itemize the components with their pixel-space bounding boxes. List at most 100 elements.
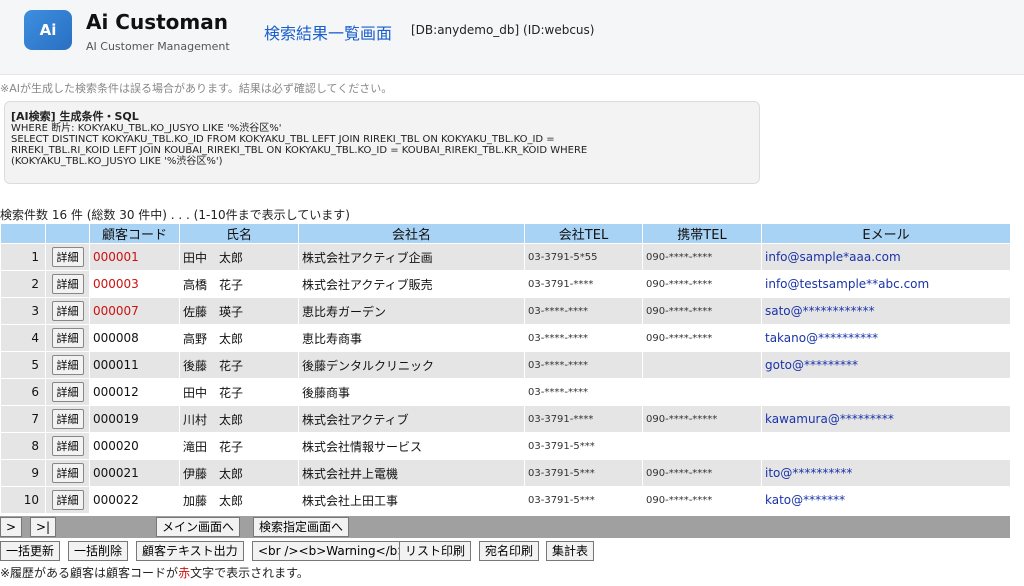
- sql-line: SELECT DISTINCT KOKYAKU_TBL.KO_ID FROM K…: [11, 134, 555, 145]
- detail-cell: 詳細: [45, 405, 90, 433]
- customer-code: 000011: [89, 351, 180, 379]
- customer-name: 滝田 花子: [179, 432, 299, 460]
- detail-cell: 詳細: [45, 432, 90, 460]
- summary-button[interactable]: 集計表: [546, 541, 595, 561]
- header-mobile-tel: 携帯TEL: [642, 223, 762, 244]
- row-number: 5: [0, 351, 46, 379]
- table-header-row: 顧客コード 氏名 会社名 会社TEL 携帯TEL Eメール: [0, 223, 1011, 244]
- list-print-button[interactable]: リスト印刷: [399, 541, 472, 561]
- customer-code: 000007: [89, 297, 180, 325]
- customer-code: 000003: [89, 270, 180, 298]
- label-print-button[interactable]: 宛名印刷: [479, 541, 540, 561]
- app-name: Ai Customan: [86, 10, 228, 34]
- row-number: 7: [0, 405, 46, 433]
- db-info: [DB:anydemo_db] (ID:webcus): [411, 23, 595, 37]
- detail-button[interactable]: 詳細: [51, 301, 84, 321]
- email-link[interactable]: goto@*********: [761, 351, 1011, 379]
- customer-code: 000008: [89, 324, 180, 352]
- customer-code: 000022: [89, 486, 180, 514]
- mobile-tel: 090-****-****: [642, 459, 762, 487]
- app-header: Ai Ai Customan AI Customer Management 検索…: [0, 0, 1024, 75]
- header-company-tel: 会社TEL: [524, 223, 643, 244]
- email-link[interactable]: [761, 378, 1011, 406]
- company-tel: 03-3791-****: [524, 270, 643, 298]
- detail-cell: 詳細: [45, 270, 90, 298]
- table-row: 9 詳細 000021 伊藤 太郎 株式会社井上電機 03-3791-5*** 090-**…: [0, 459, 1011, 487]
- company-tel: 03-****-****: [524, 324, 643, 352]
- customer-name: 川村 太郎: [179, 405, 299, 433]
- email-link[interactable]: ito@**********: [761, 459, 1011, 487]
- email-link[interactable]: [761, 432, 1011, 460]
- company-tel: 03-3791-5***: [524, 486, 643, 514]
- email-link[interactable]: sato@************: [761, 297, 1011, 325]
- company-name: 恵比寿商事: [298, 324, 525, 352]
- customer-code: 000020: [89, 432, 180, 460]
- company-name: 株式会社情報サービス: [298, 432, 525, 460]
- sql-line: RIREKI_TBL.RI_KOID LEFT JOIN KOUBAI_RIRE…: [11, 145, 588, 156]
- detail-button[interactable]: 詳細: [51, 490, 84, 510]
- company-name: 恵比寿ガーデン: [298, 297, 525, 325]
- bulk-delete-button[interactable]: 一括削除: [68, 541, 129, 561]
- customer-name: 佐藤 瑛子: [179, 297, 299, 325]
- footer-note-text: 文字で表示されます。: [190, 566, 309, 580]
- page-title[interactable]: 検索結果一覧画面: [264, 20, 392, 44]
- company-name: 株式会社アクティブ: [298, 405, 525, 433]
- mobile-tel: [642, 378, 762, 406]
- app-logo-icon: Ai: [24, 10, 72, 50]
- header-company: 会社名: [298, 223, 525, 244]
- email-link[interactable]: info@sample*aaa.com: [761, 243, 1011, 271]
- company-name: 株式会社アクティブ企画: [298, 243, 525, 271]
- company-name: 株式会社アクティブ販売: [298, 270, 525, 298]
- company-tel: 03-3791-5***: [524, 459, 643, 487]
- email-link[interactable]: kato@*******: [761, 486, 1011, 514]
- email-link[interactable]: info@testsample**abc.com: [761, 270, 1011, 298]
- customer-code: 000001: [89, 243, 180, 271]
- customer-name: 田中 太郎: [179, 243, 299, 271]
- company-tel: 03-3791-5***: [524, 432, 643, 460]
- header-customer-code: 顧客コード: [89, 223, 180, 244]
- main-menu-button[interactable]: メイン画面へ: [156, 517, 241, 537]
- company-tel: 03-****-****: [524, 378, 643, 406]
- bulk-update-button[interactable]: 一括更新: [0, 541, 61, 561]
- sql-box: [AI検索] 生成条件・SQL WHERE 断片: KOKYAKU_TBL.KO…: [4, 101, 760, 184]
- detail-button[interactable]: 詳細: [51, 247, 84, 267]
- row-number: 3: [0, 297, 46, 325]
- row-number: 10: [0, 486, 46, 514]
- detail-button[interactable]: 詳細: [51, 436, 84, 456]
- detail-button[interactable]: 詳細: [51, 382, 84, 402]
- company-name: 株式会社井上電機: [298, 459, 525, 487]
- mobile-tel: 090-****-****: [642, 270, 762, 298]
- mobile-tel: 090-****-****: [642, 486, 762, 514]
- footer-note: ※履歴がある顧客は顧客コードが赤文字で表示されます。: [0, 564, 309, 581]
- text-export-button[interactable]: 顧客テキスト出力: [136, 541, 244, 561]
- mobile-tel: 090-****-****: [642, 297, 762, 325]
- last-page-button[interactable]: >|: [30, 517, 57, 537]
- detail-button[interactable]: 詳細: [51, 463, 84, 483]
- mobile-tel: 090-****-*****: [642, 405, 762, 433]
- table-row: 8 詳細 000020 滝田 花子 株式会社情報サービス 03-3791-5***: [0, 432, 1011, 460]
- row-number: 8: [0, 432, 46, 460]
- detail-button[interactable]: 詳細: [51, 355, 84, 375]
- detail-button[interactable]: 詳細: [51, 409, 84, 429]
- email-link[interactable]: takano@**********: [761, 324, 1011, 352]
- detail-button[interactable]: 詳細: [51, 274, 84, 294]
- mobile-tel: [642, 351, 762, 379]
- customer-name: 高野 太郎: [179, 324, 299, 352]
- search-spec-button[interactable]: 検索指定画面へ: [253, 517, 350, 537]
- warning-button[interactable]: <br /><b>Warning</b>: [252, 541, 414, 561]
- header-name: 氏名: [179, 223, 299, 244]
- table-row: 1 詳細 000001 田中 太郎 株式会社アクティブ企画 03-3791-5*55 090…: [0, 243, 1011, 271]
- customer-name: 田中 花子: [179, 378, 299, 406]
- table-row: 6 詳細 000012 田中 花子 後藤商事 03-****-****: [0, 378, 1011, 406]
- row-number: 9: [0, 459, 46, 487]
- next-page-button[interactable]: >: [0, 517, 23, 537]
- customer-code: 000012: [89, 378, 180, 406]
- customer-code: 000019: [89, 405, 180, 433]
- detail-cell: 詳細: [45, 378, 90, 406]
- company-tel: 03-****-****: [524, 297, 643, 325]
- company-tel: 03-****-****: [524, 351, 643, 379]
- detail-button[interactable]: 詳細: [51, 328, 84, 348]
- email-link[interactable]: kawamura@*********: [761, 405, 1011, 433]
- table-row: 10 詳細 000022 加藤 太郎 株式会社上田工事 03-3791-5*** 090-*…: [0, 486, 1011, 514]
- sql-line: WHERE 断片: KOKYAKU_TBL.KO_JUSYO LIKE '%渋谷…: [11, 123, 282, 134]
